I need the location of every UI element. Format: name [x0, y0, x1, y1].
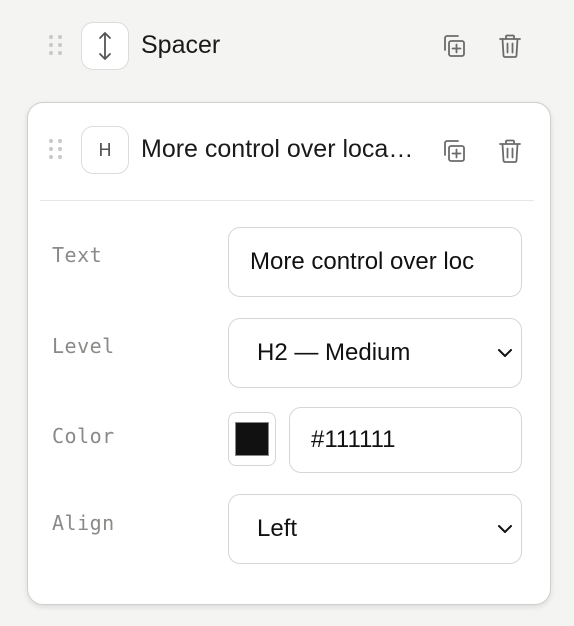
drag-handle-icon[interactable]	[49, 35, 63, 57]
text-input[interactable]: More control over loc	[228, 227, 522, 297]
drag-handle-icon[interactable]	[49, 139, 63, 161]
level-select[interactable]: H2 — Medium	[228, 318, 522, 388]
color-field-label: Color	[52, 424, 115, 448]
delete-button[interactable]	[494, 30, 526, 62]
duplicate-button[interactable]	[438, 135, 470, 167]
color-swatch	[235, 422, 269, 456]
align-field-label: Align	[52, 511, 115, 535]
heading-type-badge: H	[81, 126, 129, 174]
align-select-value: Left	[257, 515, 298, 542]
trash-icon	[499, 139, 521, 163]
duplicate-button[interactable]	[438, 30, 470, 62]
duplicate-icon	[444, 35, 465, 57]
delete-button[interactable]	[494, 135, 526, 167]
text-field-label: Text	[52, 243, 103, 267]
align-select[interactable]: Left	[228, 494, 522, 564]
color-swatch-button[interactable]	[228, 412, 276, 466]
heading-block-card: H More control over loca… Text More cont…	[27, 102, 551, 605]
trash-icon	[499, 34, 521, 58]
chevron-down-icon	[498, 525, 512, 533]
vertical-resize-icon	[81, 22, 129, 70]
spacer-block-title: Spacer	[141, 31, 221, 59]
level-select-value: H2 — Medium	[257, 339, 411, 366]
card-divider	[40, 200, 534, 201]
spacer-block: Spacer	[0, 0, 574, 92]
color-hex-input[interactable]: #111111	[289, 407, 522, 473]
duplicate-icon	[444, 140, 465, 162]
heading-block-title[interactable]: More control over loca…	[141, 135, 431, 164]
chevron-down-icon	[498, 349, 512, 357]
heading-type-letter: H	[98, 139, 112, 161]
level-field-label: Level	[52, 334, 115, 358]
